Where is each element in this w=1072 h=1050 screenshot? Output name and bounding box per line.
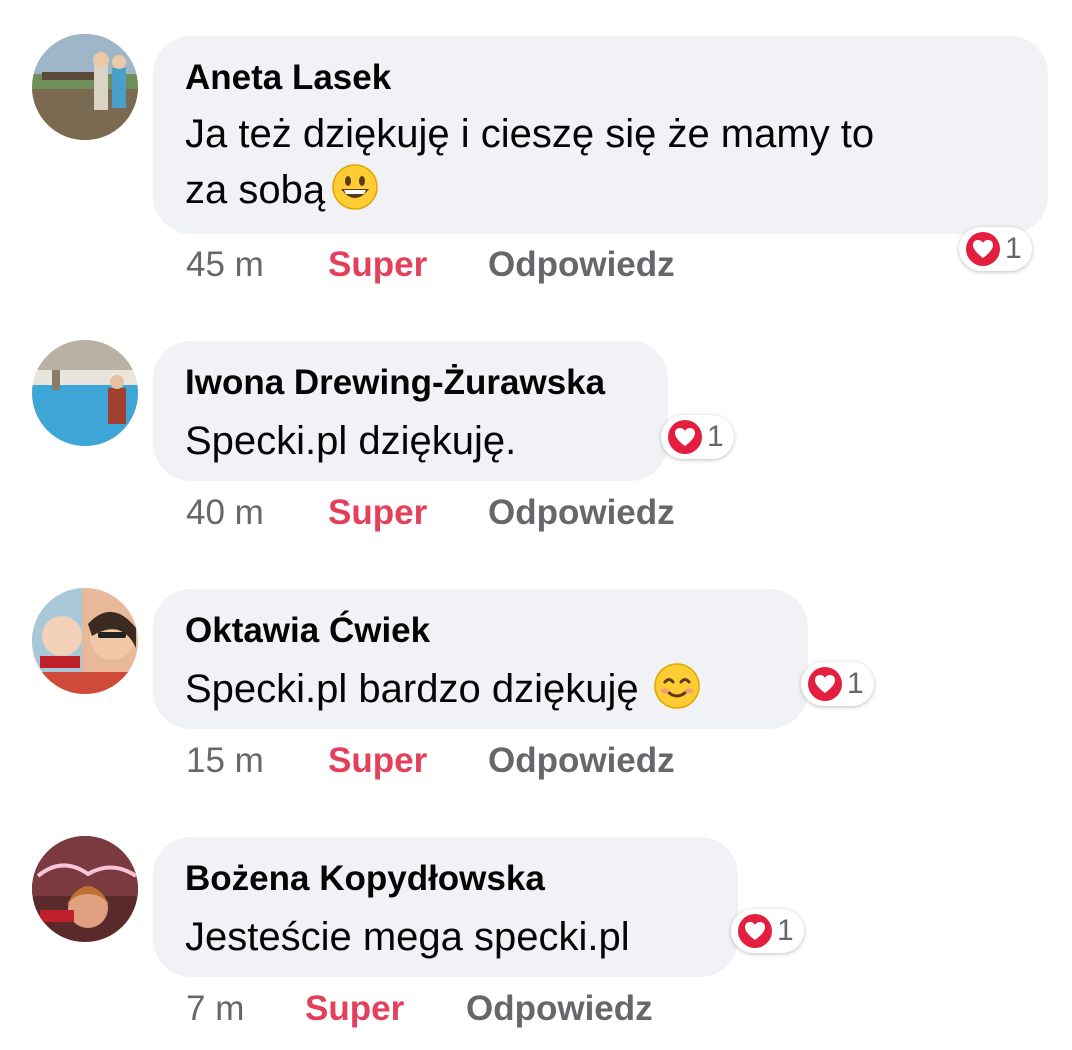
comment-text-fragment: Specki.pl bardzo dziękuję <box>185 667 639 711</box>
reaction-badge[interactable]: 1 <box>731 909 804 953</box>
reply-button[interactable]: Odpowiedz <box>488 493 675 533</box>
reaction-count: 1 <box>847 667 864 700</box>
reaction-badge[interactable]: 1 <box>959 227 1032 271</box>
comment-actions: 15 m Super Odpowiedz <box>0 741 800 781</box>
comment-author[interactable]: Oktawia Ćwiek <box>185 611 430 651</box>
smiling-face-icon <box>653 663 700 709</box>
comment-author[interactable]: Iwona Drewing-Żurawska <box>185 363 605 403</box>
avatar[interactable] <box>32 34 138 140</box>
comment-text-fragment: za sobą <box>185 168 326 212</box>
like-button[interactable]: Super <box>305 989 404 1029</box>
like-button[interactable]: Super <box>328 493 427 533</box>
like-button[interactable]: Super <box>328 245 427 285</box>
avatar[interactable] <box>32 588 138 694</box>
reaction-count: 1 <box>777 914 794 947</box>
comment-actions: 40 m Super Odpowiedz <box>0 493 800 533</box>
reply-button[interactable]: Odpowiedz <box>488 245 675 285</box>
reaction-count: 1 <box>1005 232 1022 265</box>
like-button[interactable]: Super <box>328 741 427 781</box>
comment-text: Specki.pl bardzo dziękuję <box>185 661 784 717</box>
comment-bubble[interactable]: Aneta Lasek Ja też dziękuję i cieszę się… <box>153 36 1048 234</box>
comment-text: Ja też dziękuję i cieszę się że mamy to … <box>185 106 1024 218</box>
heart-icon <box>668 420 702 454</box>
heart-icon <box>808 667 842 701</box>
reaction-badge[interactable]: 1 <box>801 662 874 706</box>
comment-time[interactable]: 7 m <box>186 989 244 1029</box>
grinning-face-icon <box>332 164 378 210</box>
avatar[interactable] <box>32 836 138 942</box>
comment-bubble[interactable]: Bożena Kopydłowska Jesteście mega specki… <box>153 837 738 977</box>
heart-icon <box>966 232 1000 266</box>
comment-bubble[interactable]: Iwona Drewing-Żurawska Specki.pl dziękuj… <box>153 341 668 481</box>
avatar[interactable] <box>32 340 138 446</box>
reaction-count: 1 <box>707 420 724 453</box>
comment-actions: 45 m Super Odpowiedz <box>0 245 800 285</box>
comment-author[interactable]: Aneta Lasek <box>185 58 391 98</box>
comment-author[interactable]: Bożena Kopydłowska <box>185 859 545 899</box>
reaction-badge[interactable]: 1 <box>661 415 734 459</box>
comment-text-line: Ja też dziękuję i cieszę się że mamy to <box>185 112 875 156</box>
comment-text: Specki.pl dziękuję. <box>185 419 517 463</box>
reply-button[interactable]: Odpowiedz <box>466 989 653 1029</box>
comment-time[interactable]: 15 m <box>186 741 264 781</box>
comment-time[interactable]: 40 m <box>186 493 264 533</box>
reply-button[interactable]: Odpowiedz <box>488 741 675 781</box>
comment-bubble[interactable]: Oktawia Ćwiek Specki.pl bardzo dziękuję <box>153 589 808 729</box>
comment-time[interactable]: 45 m <box>186 245 264 285</box>
heart-icon <box>738 914 772 948</box>
comment-text-line: za sobą <box>185 162 1024 218</box>
comment-text: Jesteście mega specki.pl <box>185 915 630 959</box>
comment-actions: 7 m Super Odpowiedz <box>0 989 800 1029</box>
